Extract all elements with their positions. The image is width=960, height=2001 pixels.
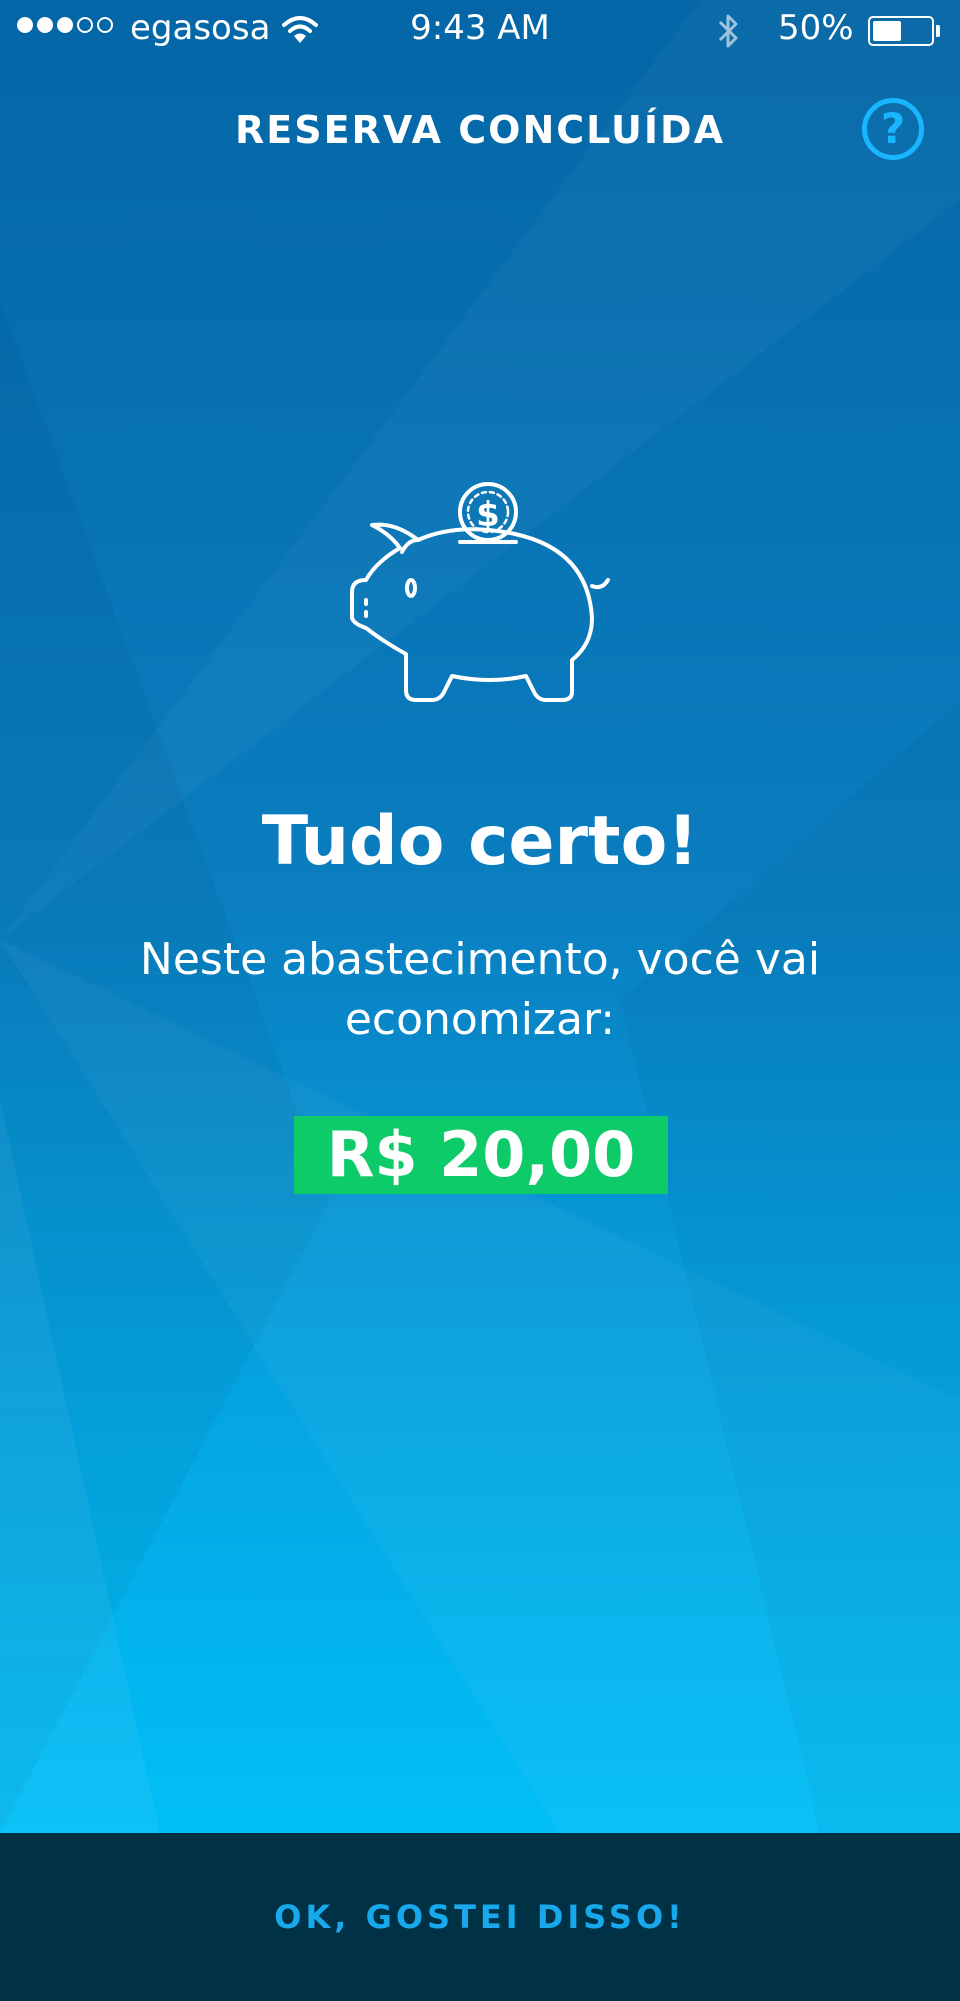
background-facets xyxy=(0,300,960,1833)
page-title: RESERVA CONCLUÍDA xyxy=(235,108,725,152)
status-bar: egasosa 9:43 AM 50% xyxy=(0,0,960,60)
battery-percent: 50% xyxy=(778,8,854,48)
battery-level-fill xyxy=(873,21,901,41)
battery-icon xyxy=(868,16,934,46)
coin-symbol: $ xyxy=(476,495,500,535)
footer-bar: OK, GOSTEI DISSO! xyxy=(0,1833,960,2001)
battery-terminal xyxy=(936,25,940,37)
help-button[interactable]: ? xyxy=(862,98,924,160)
headline: Tudo certo! xyxy=(261,802,699,881)
bluetooth-icon xyxy=(714,11,742,60)
ok-button[interactable]: OK, GOSTEI DISSO! xyxy=(0,1833,960,2001)
piggy-bank-coin-icon: $ xyxy=(350,482,610,702)
app-screen: egasosa 9:43 AM 50% RESERVA CONCLUÍDA ? xyxy=(0,0,960,2001)
savings-amount: R$ 20,00 xyxy=(294,1116,668,1194)
savings-message: Neste abastecimento, você vai economizar… xyxy=(139,934,821,1045)
